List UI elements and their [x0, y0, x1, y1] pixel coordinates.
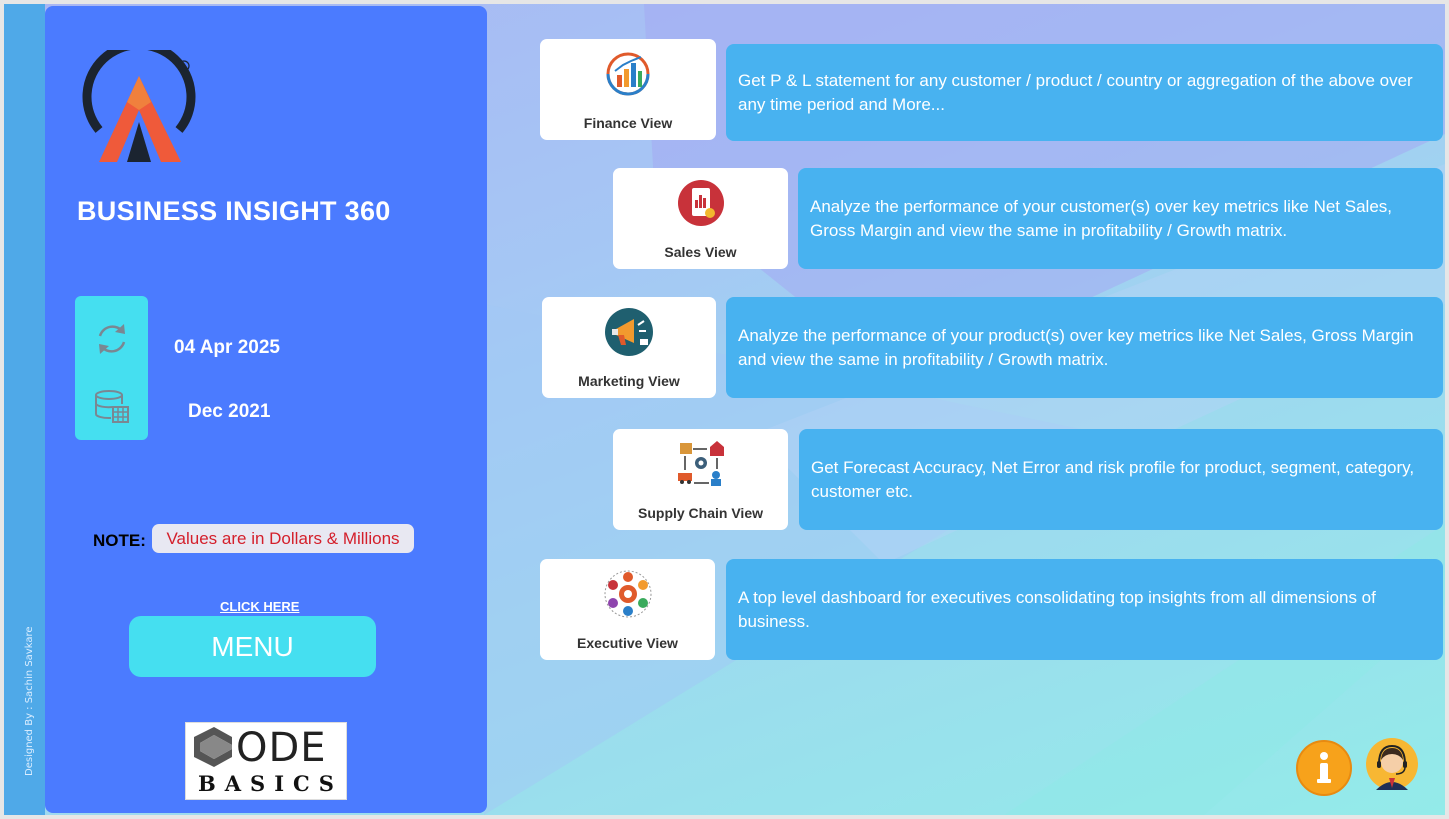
- sales-view-label: Sales View: [664, 244, 737, 260]
- executive-gear-icon: [604, 570, 651, 618]
- support-agent-icon: [1376, 744, 1408, 790]
- marketing-view-card[interactable]: Marketing View: [542, 297, 716, 398]
- codebasics-basics-text: BASICS: [198, 771, 343, 796]
- executive-view-label: Executive View: [577, 635, 678, 651]
- finance-view-description: Get P & L statement for any customer / p…: [726, 44, 1443, 141]
- executive-view-description: A top level dashboard for executives con…: [726, 559, 1443, 660]
- finance-chart-icon: [606, 52, 650, 96]
- note-value: Values are in Dollars & Millions: [152, 524, 414, 553]
- note-label: NOTE:: [93, 531, 146, 550]
- database-table-icon: [95, 390, 129, 423]
- atliq-logo: R: [82, 50, 196, 162]
- refresh-date: 04 Apr 2025: [174, 337, 280, 358]
- finance-view-card[interactable]: Finance View: [540, 39, 716, 140]
- megaphone-icon: [605, 308, 653, 356]
- app-title: BUSINESS INSIGHT 360: [77, 196, 391, 226]
- codebasics-c-icon: [194, 727, 232, 767]
- menu-button[interactable]: MENU: [129, 616, 376, 677]
- supply-chain-view-description: Get Forecast Accuracy, Net Error and ris…: [799, 429, 1443, 530]
- info-button[interactable]: [1296, 740, 1352, 796]
- info-icon: [1317, 752, 1331, 783]
- support-agent-button[interactable]: [1366, 738, 1418, 790]
- refresh-icon[interactable]: [93, 320, 131, 358]
- finance-view-label: Finance View: [583, 115, 673, 131]
- refresh-info-box: [75, 296, 148, 440]
- codebasics-logo: ODE BASICS: [185, 722, 347, 800]
- executive-view-card[interactable]: Executive View: [540, 559, 715, 660]
- data-date: Dec 2021: [188, 401, 271, 422]
- svg-text:R: R: [182, 63, 187, 71]
- sidebar-panel: R BUSINESS INSIGHT 360 04 Apr 2025 Dec 2…: [45, 6, 487, 813]
- supply-chain-view-label: Supply Chain View: [638, 505, 763, 521]
- page-frame: Designed By : Sachin Savkare R BUSINESS …: [4, 4, 1445, 815]
- sales-phone-icon: [677, 180, 724, 226]
- supply-chain-icon: [677, 441, 724, 486]
- sales-view-card[interactable]: Sales View: [613, 168, 788, 269]
- supply-chain-view-card[interactable]: Supply Chain View: [613, 429, 788, 530]
- marketing-view-label: Marketing View: [578, 373, 680, 389]
- designed-by-text: Designed By : Sachin Savkare: [24, 626, 35, 777]
- click-here-link[interactable]: CLICK HERE: [220, 599, 299, 614]
- codebasics-ode-text: ODE: [236, 725, 327, 771]
- marketing-view-description: Analyze the performance of your product(…: [726, 297, 1443, 398]
- sales-view-description: Analyze the performance of your customer…: [798, 168, 1443, 269]
